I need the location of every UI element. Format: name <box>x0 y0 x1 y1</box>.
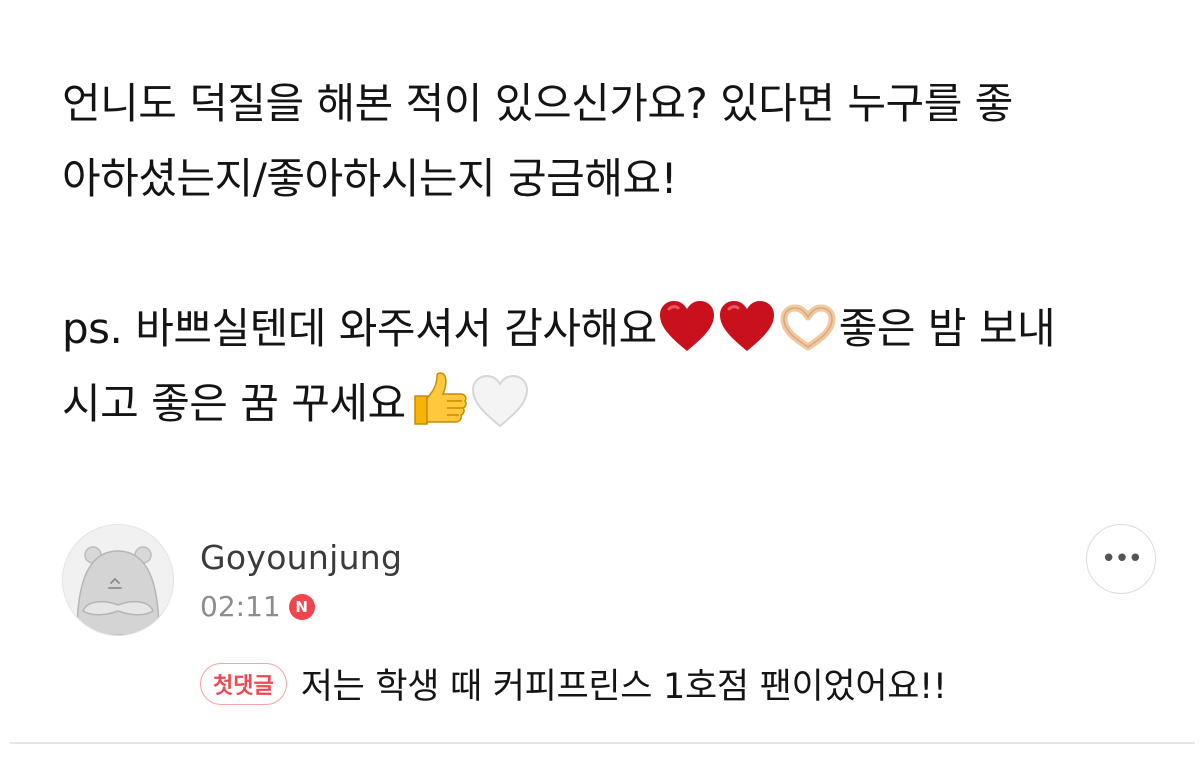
divider <box>10 742 1195 744</box>
comment-time: 02:11 <box>200 590 281 623</box>
heart-hands-icon <box>778 303 838 353</box>
comment-author[interactable]: Goyounjung <box>200 538 402 577</box>
line4-text: 시고 좋은 꿈 꾸세요 <box>62 379 406 428</box>
white-heart-icon <box>471 374 529 428</box>
comment-item: Goyounjung 02:11 N ••• 첫댓글 저는 학생 때 커피프린스… <box>0 520 1200 750</box>
post-body: 언니도 덕질을 해본 적이 있으신가요? 있다면 누구를 좋 아하셨는지/좋아하… <box>62 66 1152 441</box>
post-line-2: 아하셨는지/좋아하시는지 궁금해요! <box>62 154 677 203</box>
red-heart-icon <box>658 299 716 353</box>
new-badge: N <box>288 593 315 620</box>
first-comment-badge: 첫댓글 <box>200 662 287 705</box>
comment-text: 저는 학생 때 커피프린스 1호점 팬이었어요!! <box>300 667 947 707</box>
thumbs-up-icon <box>407 370 469 428</box>
ps-text: ps. 바쁘실텐데 와주셔서 감사해요 <box>62 304 657 353</box>
comment-content: 첫댓글 저는 학생 때 커피프린스 1호점 팬이었어요!! <box>200 658 947 709</box>
avatar[interactable] <box>62 524 174 636</box>
comment-meta: 02:11 N <box>200 590 315 623</box>
ps-text-after: 좋은 밤 보내 <box>838 304 1056 353</box>
more-dots-icon: ••• <box>1100 544 1143 574</box>
red-heart-icon <box>718 299 776 353</box>
page: 언니도 덕질을 해본 적이 있으신가요? 있다면 누구를 좋 아하셨는지/좋아하… <box>0 0 1200 766</box>
post-line-1: 언니도 덕질을 해본 적이 있으신가요? 있다면 누구를 좋 <box>62 79 1013 128</box>
more-options-button[interactable]: ••• <box>1086 524 1156 594</box>
default-profile-icon <box>76 546 160 635</box>
post-line-4: 시고 좋은 꿈 꾸세요 <box>62 366 1152 441</box>
post-line-3: ps. 바쁘실텐데 와주셔서 감사해요 좋은 밤 보내 <box>62 291 1152 366</box>
